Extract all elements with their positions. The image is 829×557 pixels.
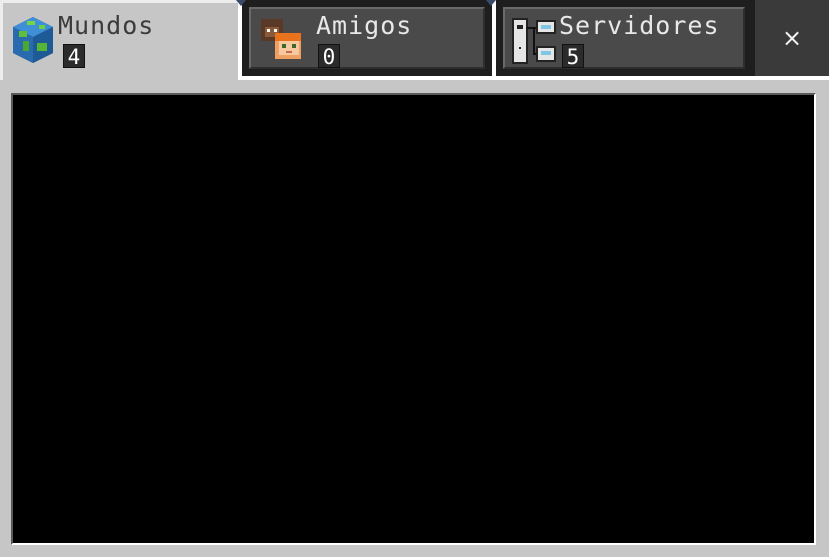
tab-count-badge: 0: [318, 44, 340, 69]
close-button[interactable]: ×: [752, 0, 829, 76]
friends-icon: [261, 19, 301, 59]
tab-servers[interactable]: Servidores 5: [496, 0, 752, 76]
tab-bar: Mundos 4 Amigos 0 Servidores 5 ×: [0, 0, 829, 90]
tab-divider-notch: [236, 0, 246, 6]
content-frame: [0, 80, 829, 557]
globe-icon: [13, 17, 53, 63]
close-icon: ×: [781, 24, 803, 52]
tab-friends[interactable]: Amigos 0: [242, 0, 492, 76]
tab-divider-notch: [486, 0, 496, 6]
tab-count-badge: 4: [63, 44, 85, 69]
content-area: [11, 93, 816, 545]
play-screen-window: Mundos 4 Amigos 0 Servidores 5 ×: [0, 0, 829, 557]
tab-label: Mundos: [58, 11, 155, 40]
tab-label: Servidores: [559, 11, 720, 40]
tab-count-badge: 5: [562, 44, 584, 69]
tab-worlds[interactable]: Mundos 4: [0, 0, 238, 90]
server-icon: [512, 18, 556, 64]
tab-label: Amigos: [316, 11, 413, 40]
